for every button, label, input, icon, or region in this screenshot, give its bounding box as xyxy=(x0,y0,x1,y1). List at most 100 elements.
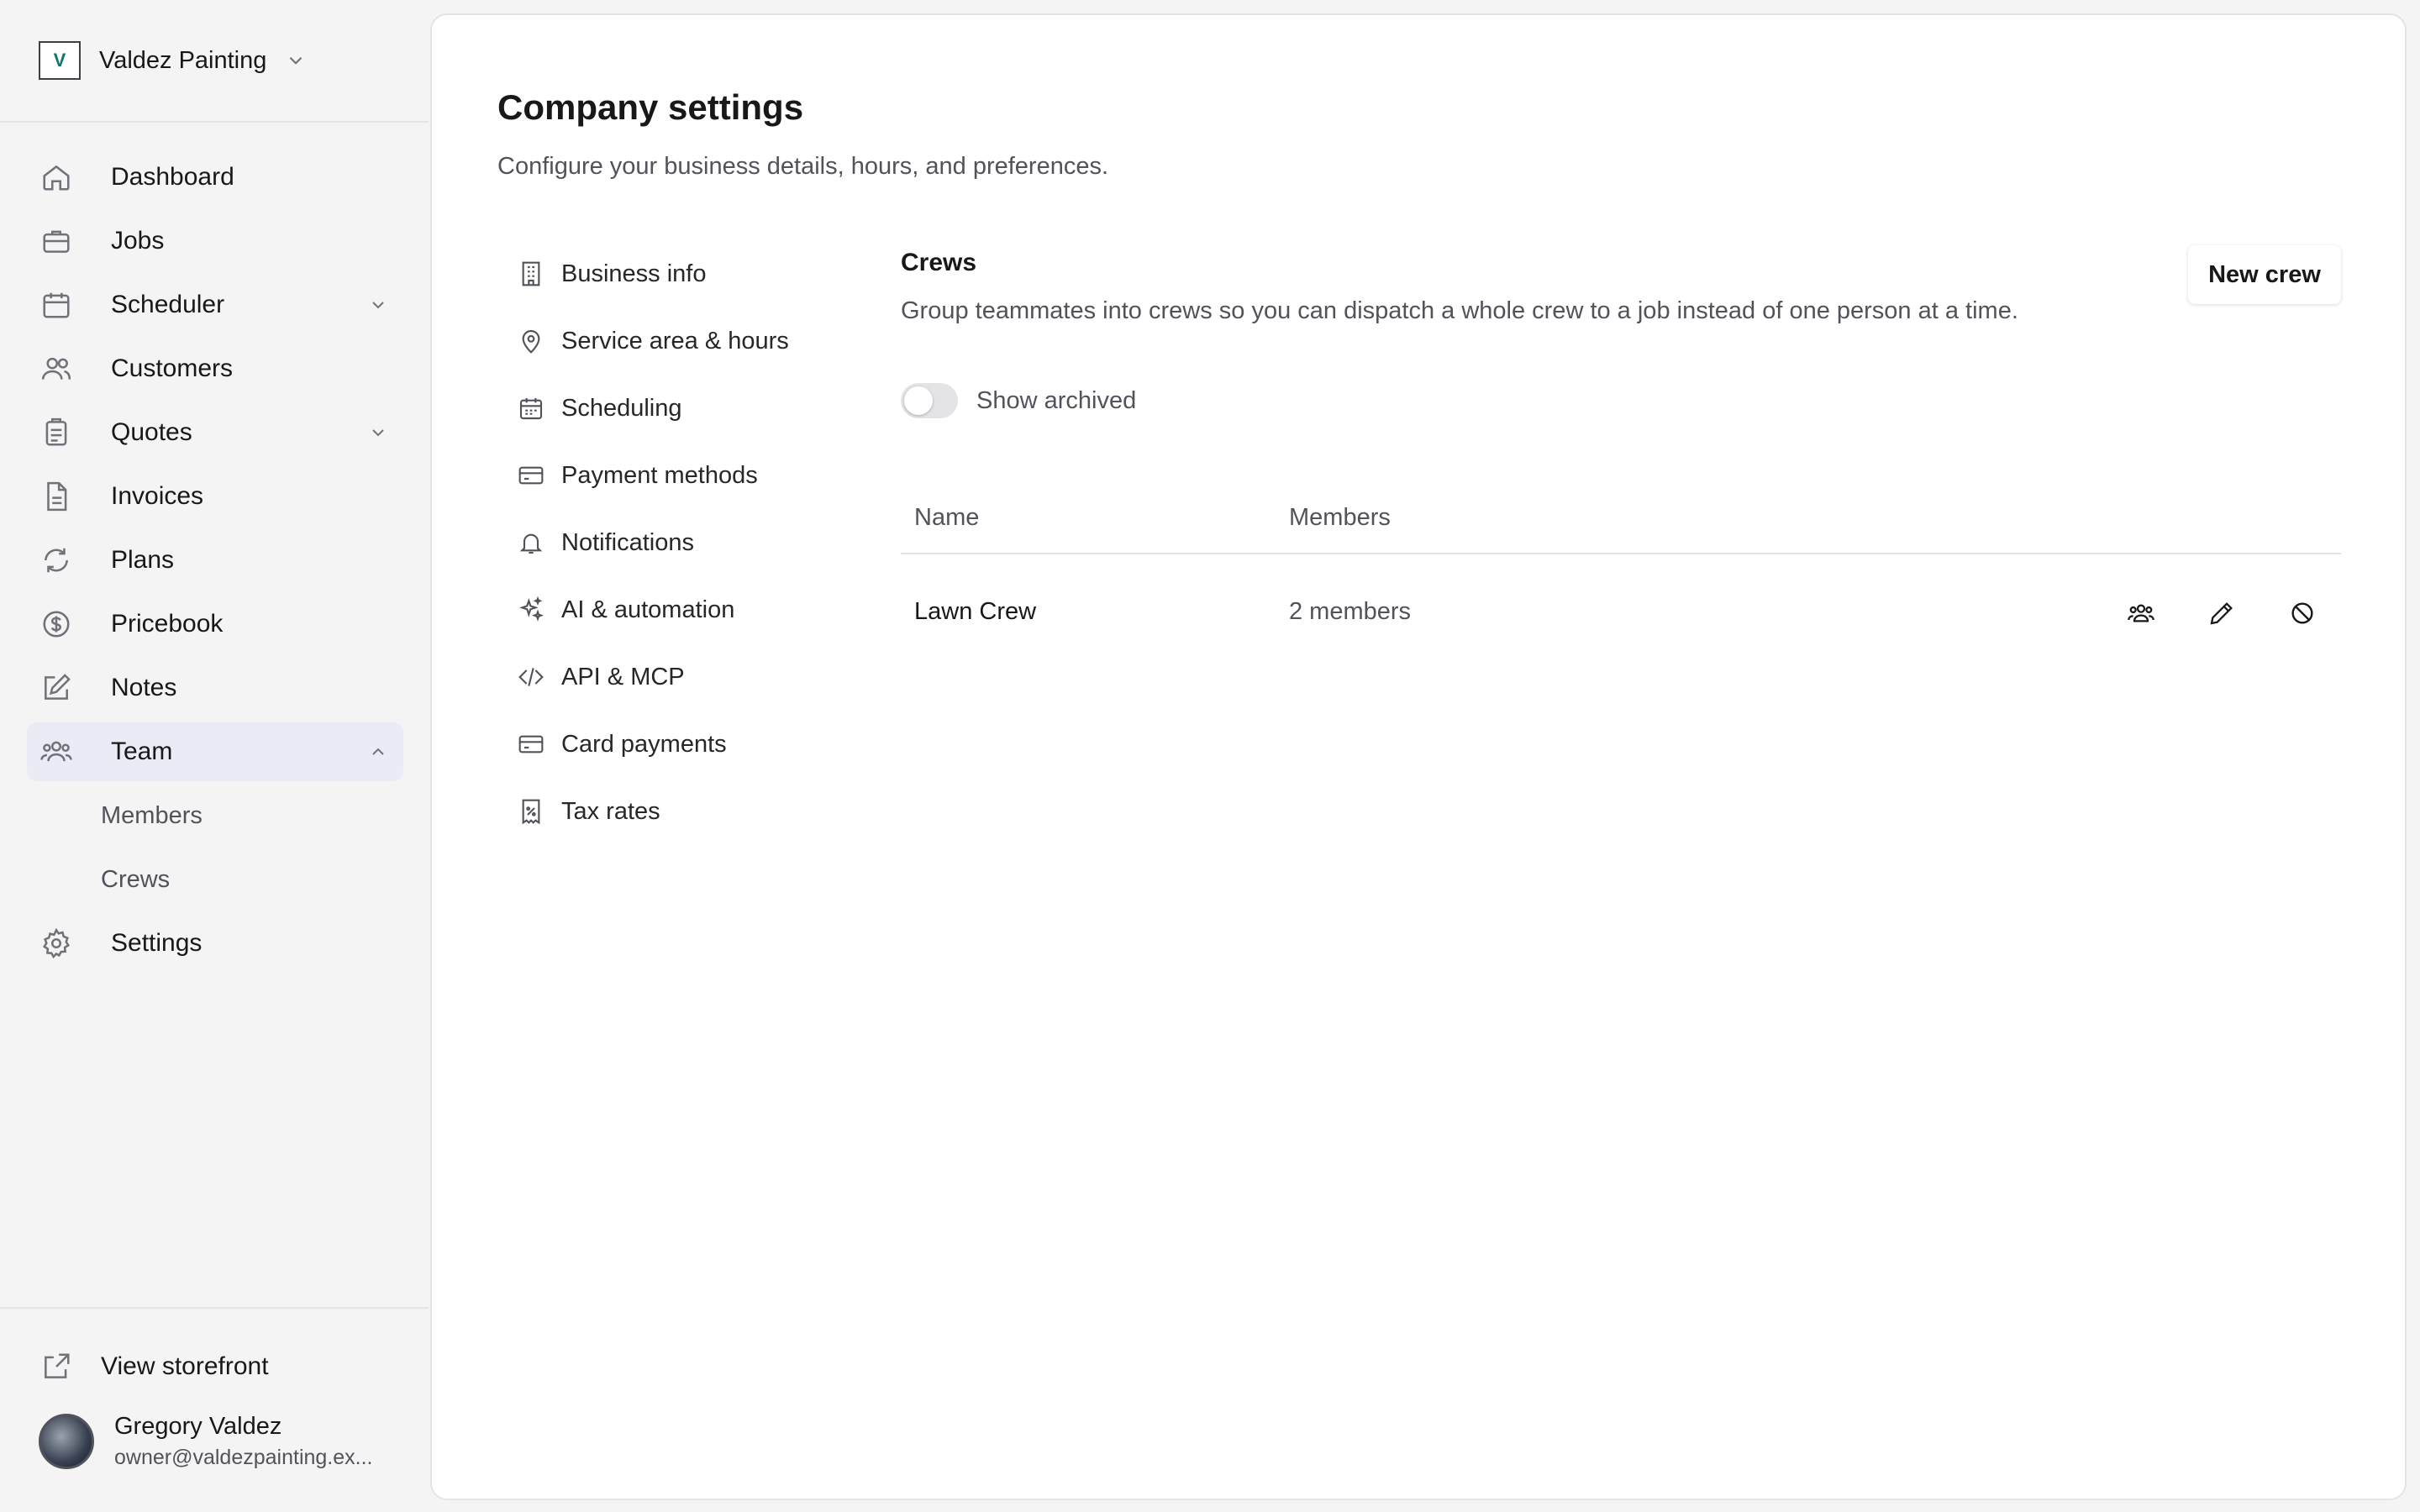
manage-members-icon[interactable] xyxy=(2124,596,2158,630)
section-title: Crews xyxy=(901,249,977,276)
settings-item-label: Card payments xyxy=(561,730,727,758)
credit-card-icon xyxy=(518,462,544,489)
edit-note-icon xyxy=(40,672,72,704)
users-icon xyxy=(40,353,72,385)
nav-label: Pricebook xyxy=(111,610,224,638)
team-icon xyxy=(40,736,72,768)
nav-item-pricebook[interactable]: Pricebook xyxy=(27,595,403,654)
nav-label: Dashboard xyxy=(111,163,234,191)
user-name: Gregory Valdez xyxy=(114,1413,282,1440)
new-crew-button[interactable]: New crew xyxy=(2188,245,2341,304)
map-pin-icon xyxy=(518,328,544,354)
calendar-icon xyxy=(40,289,72,321)
nav-item-scheduler[interactable]: Scheduler xyxy=(27,276,403,334)
refresh-icon xyxy=(40,544,72,576)
table-header: Name Members xyxy=(901,482,2341,554)
home-icon xyxy=(40,161,72,193)
nav-item-dashboard[interactable]: Dashboard xyxy=(27,148,403,207)
nav-label: Plans xyxy=(111,546,175,574)
table-row[interactable]: Lawn Crew 2 members xyxy=(901,554,2341,672)
settings-item-label: Payment methods xyxy=(561,461,758,489)
company-name: Valdez Painting xyxy=(99,46,267,74)
nav-label: Invoices xyxy=(111,482,204,510)
credit-card-icon xyxy=(518,731,544,758)
receipt-percent-icon xyxy=(518,798,544,825)
nav-label: Customers xyxy=(111,354,234,382)
chevron-down-icon xyxy=(285,50,307,71)
nav-label: Jobs xyxy=(111,227,165,255)
settings-item-label: Business info xyxy=(561,260,707,287)
archive-ban-icon[interactable] xyxy=(2286,596,2319,630)
main-nav: Dashboard Jobs Scheduler Customers Quote… xyxy=(27,148,403,978)
nav-item-jobs[interactable]: Jobs xyxy=(27,212,403,270)
clipboard-icon xyxy=(40,417,72,449)
chevron-down-icon xyxy=(368,295,388,315)
nav-label: Scheduler xyxy=(111,291,225,318)
nav-item-team[interactable]: Team xyxy=(27,722,403,781)
section-description: Group teammates into crews so you can di… xyxy=(901,297,2018,324)
settings-item-label: Scheduling xyxy=(561,394,682,422)
settings-item-card-payments[interactable]: Card payments xyxy=(518,711,871,778)
chevron-down-icon xyxy=(368,423,388,443)
user-email: owner@valdezpainting.ex... xyxy=(114,1446,373,1469)
view-storefront-link[interactable]: View storefront xyxy=(40,1351,269,1383)
settings-item-notifications[interactable]: Notifications xyxy=(518,509,871,576)
page-title: Company settings xyxy=(497,87,804,127)
briefcase-icon xyxy=(40,225,72,257)
gear-icon xyxy=(40,927,72,959)
settings-item-label: Service area & hours xyxy=(561,327,789,354)
settings-item-label: Notifications xyxy=(561,528,694,556)
external-link-icon xyxy=(40,1351,72,1383)
crew-members: 2 members xyxy=(1289,598,1412,625)
nav-item-notes[interactable]: Notes xyxy=(27,659,403,717)
document-icon xyxy=(40,480,72,512)
sparkles-icon xyxy=(518,596,544,623)
show-archived-row: Show archived xyxy=(901,383,1136,418)
settings-item-service-area[interactable]: Service area & hours xyxy=(518,307,871,375)
nav-subitem-members[interactable]: Members xyxy=(27,786,403,845)
nav-item-invoices[interactable]: Invoices xyxy=(27,467,403,526)
crews-table: Name Members Lawn Crew 2 members xyxy=(901,482,2341,672)
nav-label: Notes xyxy=(111,674,177,701)
settings-item-payment-methods[interactable]: Payment methods xyxy=(518,442,871,509)
column-header-members: Members xyxy=(1289,504,1391,531)
nav-item-settings[interactable]: Settings xyxy=(27,914,403,973)
settings-item-label: API & MCP xyxy=(561,663,685,690)
settings-item-label: AI & automation xyxy=(561,596,735,623)
show-archived-label: Show archived xyxy=(976,386,1137,414)
settings-nav: Business info Service area & hours Sched… xyxy=(518,240,871,845)
nav-label: Crews xyxy=(101,865,171,893)
page-subtitle: Configure your business details, hours, … xyxy=(497,153,1109,180)
nav-label: Settings xyxy=(111,929,203,957)
column-header-name: Name xyxy=(914,504,980,531)
building-icon xyxy=(518,260,544,287)
nav-label: Team xyxy=(111,738,173,765)
settings-item-business-info[interactable]: Business info xyxy=(518,240,871,307)
sidebar: V Valdez Painting Dashboard Jobs Schedul… xyxy=(0,0,429,1512)
dollar-circle-icon xyxy=(40,608,72,640)
show-archived-toggle[interactable] xyxy=(901,383,958,418)
nav-label: Quotes xyxy=(111,418,192,446)
settings-item-api-mcp[interactable]: API & MCP xyxy=(518,643,871,711)
settings-item-ai-automation[interactable]: AI & automation xyxy=(518,576,871,643)
row-actions xyxy=(2077,596,2319,630)
user-menu[interactable]: Gregory Valdez owner@valdezpainting.ex..… xyxy=(39,1413,408,1470)
code-icon xyxy=(518,664,544,690)
nav-label: Members xyxy=(101,801,203,829)
settings-item-scheduling[interactable]: Scheduling xyxy=(518,375,871,442)
nav-item-quotes[interactable]: Quotes xyxy=(27,403,403,462)
edit-icon[interactable] xyxy=(2205,596,2238,630)
storefront-label: View storefront xyxy=(101,1352,269,1380)
nav-subitem-crews[interactable]: Crews xyxy=(27,850,403,909)
calendar-icon xyxy=(518,395,544,422)
company-switcher[interactable]: V Valdez Painting xyxy=(0,0,429,123)
toggle-knob xyxy=(904,386,933,415)
sidebar-footer: View storefront Gregory Valdez owner@val… xyxy=(0,1307,429,1512)
settings-item-tax-rates[interactable]: Tax rates xyxy=(518,778,871,845)
nav-item-plans[interactable]: Plans xyxy=(27,531,403,590)
bell-icon xyxy=(518,529,544,556)
chevron-up-icon xyxy=(368,742,388,762)
settings-item-label: Tax rates xyxy=(561,797,660,825)
company-logo: V xyxy=(39,41,81,80)
nav-item-customers[interactable]: Customers xyxy=(27,339,403,398)
